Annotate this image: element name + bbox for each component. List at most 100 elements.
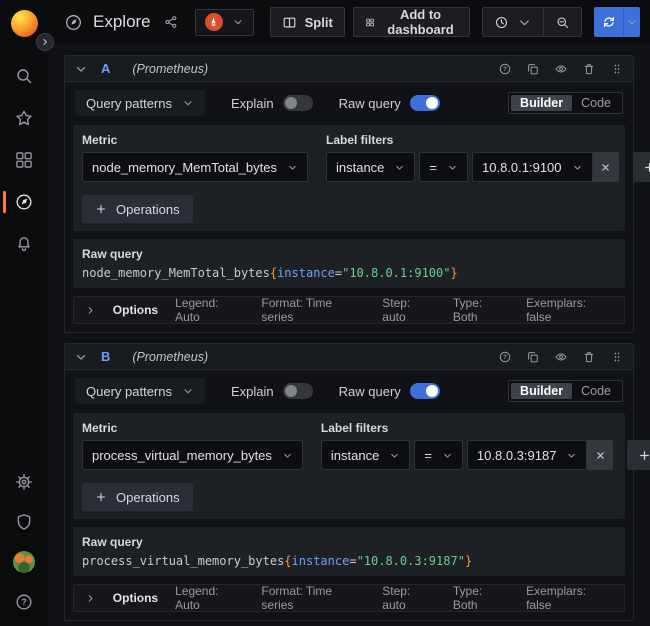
explain-toggle-wrap[interactable]: Explain [231,95,313,111]
filter-label-select[interactable]: instance [321,440,410,470]
close-icon [595,450,606,461]
operations-label: Operations [116,202,180,217]
chevron-down-icon [626,16,638,28]
run-query-caret[interactable] [623,7,640,37]
label-filters-field: Label filters instance = [326,133,650,182]
toggle-visibility-eye-icon[interactable] [554,62,568,76]
delete-query-trash-icon[interactable] [582,350,596,364]
raw-query-code: process_virtual_memory_bytes{instance="1… [82,554,616,568]
plus-icon [638,449,650,462]
grafana-logo-icon[interactable] [11,10,38,37]
star-icon [14,108,34,128]
options-format: Format: Time series [261,584,365,612]
raw-query-toggle[interactable] [410,95,440,111]
options-format: Format: Time series [261,296,365,324]
operations-label: Operations [116,490,180,505]
options-type: Type: Both [453,296,509,324]
filter-operator-select[interactable]: = [414,440,463,470]
toggle-visibility-eye-icon[interactable] [554,350,568,364]
query-options-row[interactable]: Options Legend: Auto Format: Time series… [73,296,625,324]
sidebar-item-starred[interactable] [0,107,48,129]
sidebar-item-profile[interactable] [0,551,48,573]
builder-tab[interactable]: Builder [511,95,572,111]
query-editor-body: Query patterns Explain Raw query Builder… [65,82,633,332]
sidebar-bottom-nav: ? [0,471,48,613]
drag-handle-icon[interactable] [610,62,624,76]
explain-toggle[interactable] [283,95,313,111]
label-filter-row: instance = 10.8.0.3:9187 [321,440,650,470]
filter-label-select[interactable]: instance [326,152,415,182]
builder-fields-row: Metric node_memory_MemTotal_bytes Label … [82,133,616,182]
query-help-icon[interactable]: ? [498,62,512,76]
add-operations-button[interactable]: Operations [82,483,193,511]
raw-label: instance [292,554,350,568]
query-patterns-dropdown[interactable]: Query patterns [75,378,205,404]
filter-value-select[interactable]: 10.8.0.1:9100 [472,152,593,182]
sidebar-item-alerting[interactable] [0,233,48,255]
sidebar-expand-button[interactable] [36,33,54,51]
split-button[interactable]: Split [270,7,345,37]
add-to-dashboard-button[interactable]: Add to dashboard [353,7,470,37]
query-patterns-label: Query patterns [86,384,172,399]
shield-icon [14,512,34,532]
gear-icon [14,472,34,492]
run-query-button[interactable] [594,7,640,37]
app-root: ? Explore Split [0,0,650,626]
duplicate-query-icon[interactable] [526,62,540,76]
drag-handle-icon[interactable] [610,350,624,364]
filter-operator-value: = [429,160,437,175]
metric-select[interactable]: node_memory_MemTotal_bytes [82,152,308,182]
zoom-out-icon [555,15,570,30]
sidebar-item-search[interactable] [0,65,48,87]
filter-operator-select[interactable]: = [419,152,468,182]
share-icon[interactable] [163,14,179,30]
sidebar-item-server-admin[interactable] [0,511,48,533]
raw-query-toggle-wrap[interactable]: Raw query [339,383,440,399]
chevron-down-icon [287,162,298,173]
builder-tab[interactable]: Builder [511,383,572,399]
collapse-chevron-icon[interactable] [74,350,88,364]
raw-query-toggle-wrap[interactable]: Raw query [339,95,440,111]
query-editor-header[interactable]: B (Prometheus) ? [65,344,633,370]
remove-filter-button[interactable] [587,440,613,470]
sidebar-item-explore[interactable] [0,191,48,213]
code-tab[interactable]: Code [572,95,620,111]
add-filter-button[interactable] [627,440,650,470]
add-filter-button[interactable] [633,152,650,182]
query-editor-header[interactable]: A (Prometheus) ? [65,56,633,82]
raw-query-toggle[interactable] [410,383,440,399]
metric-select-value: process_virtual_memory_bytes [92,448,272,463]
remove-filter-button[interactable] [593,152,619,182]
time-controls-group [482,7,582,37]
query-help-icon[interactable]: ? [498,350,512,364]
delete-query-trash-icon[interactable] [582,62,596,76]
raw-query-title: Raw query [82,535,616,549]
metric-select[interactable]: process_virtual_memory_bytes [82,440,303,470]
chevron-down-icon [572,162,583,173]
builder-code-switch: Builder Code [508,380,623,402]
zoom-out-time-button[interactable] [544,7,582,37]
query-datasource-name: (Prometheus) [132,350,208,364]
query-patterns-dropdown[interactable]: Query patterns [75,90,205,116]
chevron-down-icon [282,450,293,461]
duplicate-query-icon[interactable] [526,350,540,364]
sidebar-item-help[interactable]: ? [0,591,48,613]
add-operations-button[interactable]: Operations [82,195,193,223]
sidebar-item-configuration[interactable] [0,471,48,493]
query-options-row[interactable]: Options Legend: Auto Format: Time series… [73,584,625,612]
raw-query-panel: Raw query node_memory_MemTotal_bytes{ins… [73,239,625,288]
explain-toggle[interactable] [283,383,313,399]
filter-value-select[interactable]: 10.8.0.3:9187 [467,440,588,470]
datasource-picker[interactable] [195,9,254,36]
split-view-icon [282,15,297,30]
filter-value: 10.8.0.3:9187 [477,448,557,463]
query-patterns-label: Query patterns [86,96,172,111]
time-range-picker-button[interactable] [482,7,544,37]
collapse-chevron-icon[interactable] [74,62,88,76]
query-ref-id: B [101,349,110,364]
label-filter-row: instance = 10.8.0.1:9100 [326,152,650,182]
explain-toggle-wrap[interactable]: Explain [231,383,313,399]
plus-icon [643,161,650,174]
code-tab[interactable]: Code [572,383,620,399]
sidebar-item-dashboards[interactable] [0,149,48,171]
